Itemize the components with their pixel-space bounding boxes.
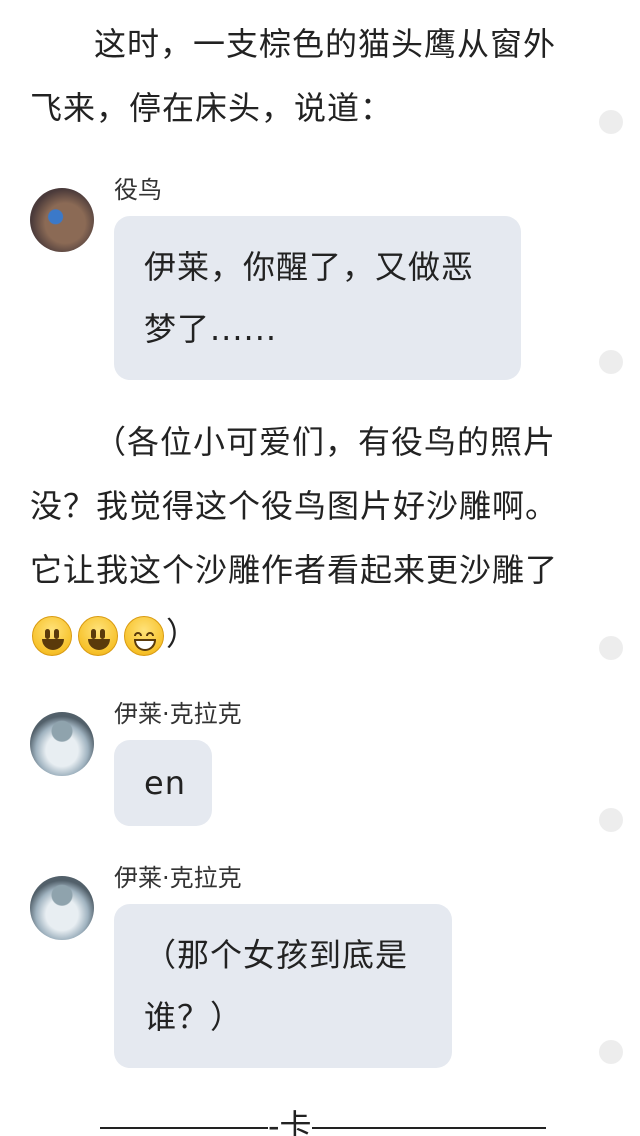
- paragraph-comment-dot[interactable]: [599, 808, 623, 832]
- message-bubble: （那个女孩到底是谁？）: [114, 904, 452, 1068]
- paragraph-comment-dot[interactable]: [599, 1040, 623, 1064]
- section-divider: -卡: [100, 1106, 546, 1136]
- emoji-group: [32, 616, 164, 656]
- eli-avatar[interactable]: [30, 876, 94, 940]
- eli-avatar[interactable]: [30, 712, 94, 776]
- paragraph-comment-dot[interactable]: [599, 636, 623, 660]
- paragraph-comment-dot[interactable]: [599, 350, 623, 374]
- message-bubble: en: [114, 740, 212, 826]
- owl-avatar[interactable]: [30, 188, 94, 252]
- smiley-icon: [32, 616, 72, 656]
- author-note-paragraph: （各位小可爱们，有役鸟的照片没？我觉得这个役鸟图片好沙雕啊。它让我这个沙雕作者看…: [30, 410, 570, 666]
- message-bubble: 伊莱，你醒了，又做恶梦了......: [114, 216, 521, 380]
- divider-text: -卡: [268, 1107, 312, 1136]
- paragraph-comment-dot[interactable]: [599, 110, 623, 134]
- sender-name: 役鸟: [114, 176, 162, 204]
- author-note-text: （各位小可爱们，有役鸟的照片没？我觉得这个役鸟图片好沙雕啊。它让我这个沙雕作者看…: [30, 423, 559, 589]
- grin-icon: [124, 616, 164, 656]
- narration-paragraph: 这时，一支棕色的猫头鹰从窗外飞来，停在床头，说道：: [30, 25, 557, 127]
- divider-line: [311, 1127, 546, 1129]
- divider-line: [100, 1127, 268, 1129]
- sender-name: 伊莱·克拉克: [114, 864, 242, 892]
- chat-story-page: 这时，一支棕色的猫头鹰从窗外飞来，停在床头，说道： 役鸟 伊莱，你醒了，又做恶梦…: [0, 0, 640, 1136]
- sender-name: 伊莱·克拉克: [114, 700, 242, 728]
- author-note-close: ）: [166, 615, 200, 653]
- smiley-icon: [78, 616, 118, 656]
